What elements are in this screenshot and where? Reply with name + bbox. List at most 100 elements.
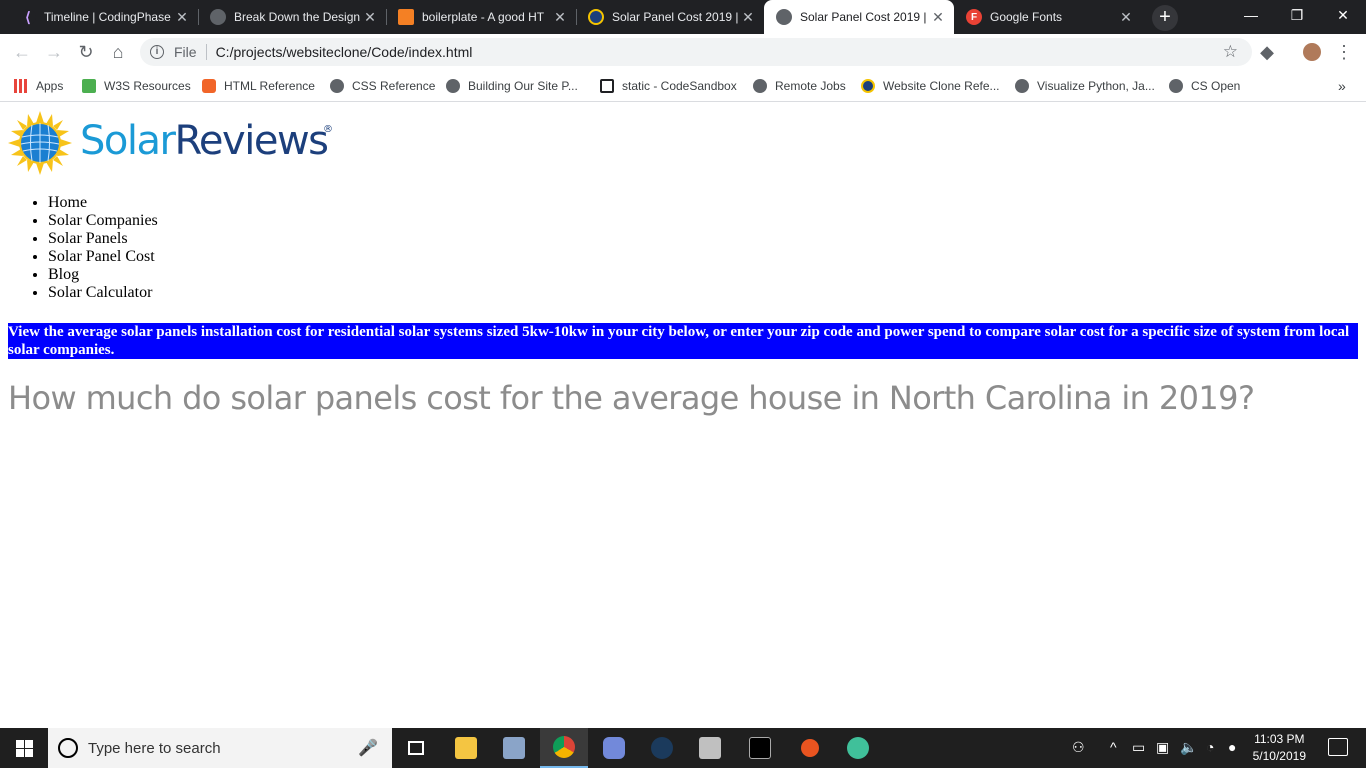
clock-date: 5/10/2019 — [1252, 749, 1306, 763]
close-icon[interactable]: ✕ — [552, 9, 568, 26]
battery-icon[interactable]: ▭ — [1132, 739, 1145, 756]
extension-icon[interactable]: ◆ — [1255, 40, 1279, 64]
chrome-icon — [553, 736, 575, 758]
close-icon[interactable]: ✕ — [930, 9, 946, 26]
globe-icon — [776, 9, 792, 25]
atom-app[interactable] — [834, 728, 882, 768]
nav-item-solar-calculator[interactable]: Solar Calculator — [48, 284, 158, 302]
cortana-icon — [58, 738, 78, 758]
bookmark-building-site[interactable]: Building Our Site P... — [446, 77, 578, 95]
more-bookmarks-button[interactable]: » — [1338, 77, 1346, 95]
people-icon[interactable]: ⚇ — [1072, 739, 1085, 756]
chrome-app[interactable] — [540, 728, 588, 768]
volume-icon[interactable]: 🔈 — [1180, 739, 1197, 756]
nav-item-solar-companies[interactable]: Solar Companies — [48, 212, 158, 230]
registered-mark: ® — [323, 124, 333, 135]
nav-item-solar-panels[interactable]: Solar Panels — [48, 230, 158, 248]
maximize-button[interactable]: ❐ — [1274, 0, 1320, 32]
nav-item-solar-panel-cost[interactable]: Solar Panel Cost — [48, 248, 158, 266]
folder-icon — [455, 737, 477, 759]
photos-icon — [503, 737, 525, 759]
bookmark-w3s[interactable]: W3S Resources — [82, 77, 191, 95]
browser-tab-strip: ⟨ Timeline | CodingPhase ✕ Break Down th… — [0, 0, 1366, 34]
task-view-icon — [408, 741, 424, 755]
new-tab-button[interactable]: + — [1152, 5, 1178, 31]
tab-title: Break Down the Design — [234, 10, 361, 24]
tab-title: Solar Panel Cost 2019 | — [612, 10, 739, 24]
bookmark-star-icon[interactable]: ☆ — [1223, 42, 1238, 62]
photos-app[interactable] — [490, 728, 538, 768]
intro-banner: View the average solar panels installati… — [8, 323, 1358, 359]
ubuntu-app[interactable] — [786, 728, 834, 768]
task-view-button[interactable] — [392, 728, 440, 768]
bookmarks-bar: Apps W3S Resources HTML Reference CSS Re… — [0, 70, 1366, 102]
clock-time: 11:03 PM — [1254, 732, 1305, 746]
reload-button[interactable]: ↻ — [74, 40, 98, 64]
tab-boilerplate[interactable]: boilerplate - A good HT ✕ — [386, 0, 576, 34]
windows-logo-icon — [15, 739, 33, 757]
tab-solar-1[interactable]: Solar Panel Cost 2019 | ✕ — [576, 0, 764, 34]
tab-breakdown[interactable]: Break Down the Design ✕ — [198, 0, 386, 34]
solar-panel-sun-icon — [8, 111, 72, 175]
info-icon[interactable]: i — [150, 45, 164, 59]
globe-icon — [1015, 79, 1029, 93]
bookmark-website-clone[interactable]: Website Clone Refe... — [861, 77, 1000, 95]
tab-title: Solar Panel Cost 2019 | — [800, 10, 927, 24]
minimize-button[interactable]: — — [1228, 0, 1274, 32]
file-explorer-app[interactable] — [442, 728, 490, 768]
address-bar[interactable]: i File C:/projects/websiteclone/Code/ind… — [140, 38, 1252, 66]
store-icon — [699, 737, 721, 759]
display-icon[interactable]: ▣ — [1156, 739, 1169, 756]
close-window-button[interactable]: ✕ — [1320, 0, 1366, 32]
nav-item-blog[interactable]: Blog — [48, 266, 158, 284]
solar-icon — [588, 9, 604, 25]
close-icon[interactable]: ✕ — [174, 9, 190, 26]
steam-app[interactable] — [638, 728, 686, 768]
url-text[interactable]: C:/projects/websiteclone/Code/index.html — [216, 44, 473, 60]
globe-icon — [330, 79, 344, 93]
notifications-icon[interactable] — [1328, 738, 1348, 756]
windows-taskbar: Type here to search 🎤 ⚇ ^ ▭ ▣ 🔈 ◔ ● 11:0… — [0, 728, 1366, 768]
tab-google-fonts[interactable]: F Google Fonts ✕ — [954, 0, 1142, 34]
site-logo[interactable]: SolarReviews ® — [8, 111, 333, 175]
bookmark-cs-open[interactable]: CS Open — [1169, 77, 1240, 95]
system-clock[interactable]: 11:03 PM 5/10/2019 — [1253, 731, 1306, 765]
taskbar-search-box[interactable]: Type here to search 🎤 — [48, 728, 392, 768]
page-title: How much do solar panels cost for the av… — [8, 379, 1255, 417]
steam-tray-icon[interactable]: ● — [1228, 739, 1236, 755]
bookmark-remote-jobs[interactable]: Remote Jobs — [753, 77, 846, 95]
bookmark-css-reference[interactable]: CSS Reference — [330, 77, 435, 95]
chevron-up-icon[interactable]: ^ — [1110, 739, 1117, 755]
start-button[interactable] — [0, 728, 48, 768]
home-button[interactable]: ⌂ — [106, 40, 130, 64]
close-icon[interactable]: ✕ — [740, 9, 756, 26]
page-viewport: SolarReviews® Home Solar Companies Solar… — [0, 103, 1366, 728]
bookmark-codesandbox[interactable]: static - CodeSandbox — [600, 77, 737, 95]
forward-button[interactable]: → — [42, 40, 66, 64]
nav-item-home[interactable]: Home — [48, 194, 158, 212]
tab-title: Google Fonts — [990, 10, 1063, 24]
steam-icon — [651, 737, 673, 759]
bookmark-apps[interactable]: Apps — [14, 77, 63, 95]
globe-icon — [210, 9, 226, 25]
discord-app[interactable] — [590, 728, 638, 768]
search-placeholder: Type here to search — [88, 739, 221, 757]
tab-solar-2[interactable]: Solar Panel Cost 2019 | ✕ — [764, 0, 954, 34]
menu-kebab-icon[interactable]: ⋮ — [1332, 40, 1356, 64]
microphone-icon[interactable]: 🎤 — [358, 738, 378, 758]
wifi-icon[interactable]: ◔ — [1206, 739, 1214, 755]
codingphase-icon: ⟨ — [20, 9, 36, 25]
store-app[interactable] — [686, 728, 734, 768]
globe-icon — [446, 79, 460, 93]
profile-avatar[interactable] — [1300, 40, 1324, 64]
bookmark-visualize-python[interactable]: Visualize Python, Ja... — [1015, 77, 1155, 95]
tab-timeline[interactable]: ⟨ Timeline | CodingPhase ✕ — [8, 0, 198, 34]
close-icon[interactable]: ✕ — [1118, 9, 1134, 26]
atom-icon — [847, 737, 869, 759]
close-icon[interactable]: ✕ — [362, 9, 378, 26]
stackoverflow-icon — [398, 9, 414, 25]
main-nav: Home Solar Companies Solar Panels Solar … — [48, 194, 158, 302]
terminal-app[interactable] — [736, 728, 784, 768]
back-button[interactable]: ← — [10, 40, 34, 64]
bookmark-html-reference[interactable]: HTML Reference — [202, 77, 315, 95]
